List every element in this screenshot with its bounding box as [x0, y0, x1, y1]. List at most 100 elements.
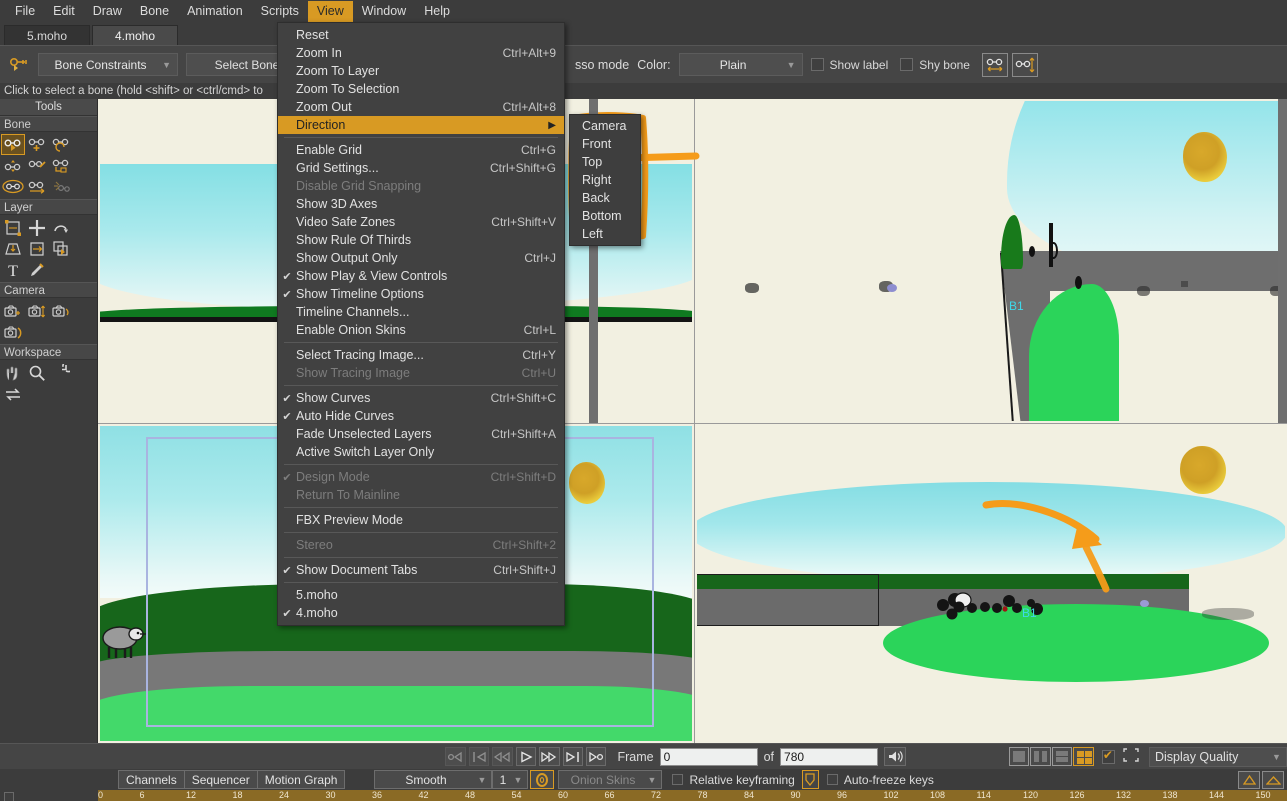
view-menu-item[interactable]: Show Rule Of Thirds — [278, 231, 564, 249]
view-menu-item[interactable]: Fade Unselected Layers Ctrl+Shift+A — [278, 425, 564, 443]
interpolation-dropdown[interactable]: Smooth ▼ — [374, 770, 493, 789]
frame-step-dropdown[interactable]: 1 ▼ — [492, 770, 529, 789]
timeline-corner-checkbox[interactable] — [4, 792, 14, 801]
bone-key-icon[interactable] — [6, 51, 32, 78]
view-menu-item[interactable]: Zoom To Selection — [278, 80, 564, 98]
two-row-view-icon[interactable] — [1051, 747, 1073, 766]
onion-skins-dropdown[interactable]: Onion Skins ▼ — [558, 770, 663, 789]
play-icon[interactable] — [515, 747, 537, 766]
two-column-view-icon[interactable] — [1030, 747, 1051, 766]
bone-constraints-dropdown[interactable]: Bone Constraints ▼ — [38, 53, 178, 76]
selection-bounds-icon[interactable] — [1123, 748, 1139, 765]
viewport-perspective-canvas[interactable]: B1 — [697, 101, 1285, 421]
view-menu-item[interactable]: ✔ Show Document Tabs Ctrl+Shift+J — [278, 561, 564, 579]
view-menu-item[interactable]: Video Safe Zones Ctrl+Shift+V — [278, 213, 564, 231]
layout-lock-checkbox[interactable] — [1101, 748, 1115, 764]
view-menu-item[interactable]: ✔ 4.moho — [278, 604, 564, 622]
fast-forward-icon[interactable] — [539, 747, 560, 766]
direction-submenu-item[interactable]: Right — [570, 171, 640, 189]
document-tab-5moho[interactable]: 5.moho — [4, 25, 90, 45]
direction-submenu-item[interactable]: Left — [570, 225, 640, 243]
view-menu-item[interactable]: Select Tracing Image... Ctrl+Y — [278, 346, 564, 364]
speaker-icon[interactable] — [883, 747, 906, 766]
view-menu-item[interactable]: ✔ Auto Hide Curves — [278, 407, 564, 425]
auto-freeze-keys-checkbox[interactable]: Auto-freeze keys — [826, 773, 934, 787]
view-menu-item[interactable]: Timeline Channels... — [278, 303, 564, 321]
view-menu-item[interactable]: FBX Preview Mode — [278, 511, 564, 529]
timeline-tab-motion-graph[interactable]: Motion Graph — [256, 770, 346, 789]
relative-keyframing-checkbox[interactable]: Relative keyframing — [672, 773, 795, 787]
text-tool-icon[interactable]: T — [1, 259, 25, 280]
document-tab-4moho[interactable]: 4.moho — [92, 25, 178, 45]
view-menu-item[interactable]: Show 3D Axes — [278, 195, 564, 213]
view-menu-item[interactable]: Zoom In Ctrl+Alt+9 — [278, 44, 564, 62]
bone-width-icon[interactable] — [981, 52, 1008, 77]
camera-zoom-icon[interactable] — [25, 300, 49, 321]
menu-bone[interactable]: Bone — [131, 1, 178, 22]
view-menu-item[interactable]: ✔ Show Play & View Controls — [278, 267, 564, 285]
bone-scale-icon[interactable] — [1, 155, 25, 176]
menu-draw[interactable]: Draw — [84, 1, 131, 22]
bone-bind-layer-icon[interactable] — [49, 155, 73, 176]
layer-transform-icon[interactable] — [1, 217, 25, 238]
rotate-workspace-icon[interactable] — [49, 362, 73, 383]
view-menu-item[interactable]: Enable Onion Skins Ctrl+L — [278, 321, 564, 339]
total-frames-input[interactable] — [780, 747, 879, 766]
menu-animation[interactable]: Animation — [178, 1, 252, 22]
play-to-end-icon[interactable] — [585, 747, 607, 766]
timeline-tab-sequencer[interactable]: Sequencer — [183, 770, 258, 789]
rewind-to-start-icon[interactable] — [445, 747, 466, 766]
direction-submenu-item[interactable]: Front — [570, 135, 640, 153]
keyframe-shield-icon[interactable] — [801, 770, 819, 789]
bone-height-icon[interactable] — [1011, 52, 1038, 77]
view-menu-item[interactable]: Grid Settings... Ctrl+Shift+G — [278, 159, 564, 177]
view-menu-item[interactable]: ✔ Show Curves Ctrl+Shift+C — [278, 389, 564, 407]
collapse-icon[interactable] — [1262, 770, 1284, 789]
camera-track-icon[interactable] — [1, 300, 25, 321]
direction-submenu-item[interactable]: Camera — [570, 117, 640, 135]
timeline-tab-channels[interactable]: Channels — [118, 770, 185, 789]
bone-add-icon[interactable] — [25, 134, 49, 155]
view-menu-item[interactable]: Enable Grid Ctrl+G — [278, 141, 564, 159]
frame-input[interactable] — [659, 747, 758, 766]
pan-hand-icon[interactable] — [1, 362, 25, 383]
layer-rotate-icon[interactable] — [49, 217, 73, 238]
viewport-top-canvas[interactable]: B1 — [697, 426, 1285, 741]
view-menu-item[interactable]: Zoom To Layer — [278, 62, 564, 80]
shy-bone-checkbox[interactable]: Shy bone — [900, 58, 970, 72]
view-menu-item[interactable]: Active Switch Layer Only — [278, 443, 564, 461]
direction-submenu-item[interactable]: Back — [570, 189, 640, 207]
layer-shear-icon[interactable] — [1, 238, 25, 259]
view-menu-item[interactable]: Reset — [278, 26, 564, 44]
bone-offset-icon[interactable] — [25, 176, 49, 197]
camera-pan-tilt-icon[interactable] — [1, 321, 25, 342]
menu-scripts[interactable]: Scripts — [252, 1, 308, 22]
step-back-keyframe-icon[interactable] — [468, 747, 490, 766]
magnifier-icon[interactable] — [25, 362, 49, 383]
bone-dynamics-icon[interactable] — [49, 176, 73, 197]
color-dropdown[interactable]: Plain ▼ — [678, 53, 803, 76]
direction-submenu-item[interactable]: Top — [570, 153, 640, 171]
eyedropper-icon[interactable] — [25, 259, 49, 280]
timeline-ruler[interactable]: 0 6 12 18 24 30 36 42 48 54 60 66 72 78 84 90 96 102 108 11… — [98, 790, 1287, 801]
view-menu-item[interactable]: 5.moho — [278, 586, 564, 604]
layer-translate-icon[interactable] — [25, 217, 49, 238]
bone-flexi-icon[interactable] — [1, 176, 25, 197]
menu-file[interactable]: File — [6, 1, 44, 22]
viewport-top[interactable]: B1 — [695, 424, 1287, 743]
expand-up-icon[interactable] — [1238, 770, 1260, 789]
step-forward-frame-icon[interactable] — [562, 747, 583, 766]
menu-edit[interactable]: Edit — [44, 1, 84, 22]
menu-view[interactable]: View — [307, 0, 353, 22]
reset-workspace-icon[interactable] — [1, 383, 25, 404]
layer-set-origin-icon[interactable] — [49, 238, 73, 259]
bone-rotate-icon[interactable] — [49, 134, 73, 155]
view-menu-item[interactable]: Show Output Only Ctrl+J — [278, 249, 564, 267]
step-back-frame-icon[interactable] — [492, 747, 513, 766]
view-menu-item[interactable]: ✔ Show Timeline Options — [278, 285, 564, 303]
bone-select-icon[interactable] — [1, 134, 25, 155]
direction-submenu-item[interactable]: Bottom — [570, 207, 640, 225]
onion-skin-icon[interactable] — [530, 770, 555, 789]
view-menu-item[interactable]: Direction ▶ — [278, 116, 564, 134]
show-label-checkbox[interactable]: Show label — [810, 58, 888, 72]
